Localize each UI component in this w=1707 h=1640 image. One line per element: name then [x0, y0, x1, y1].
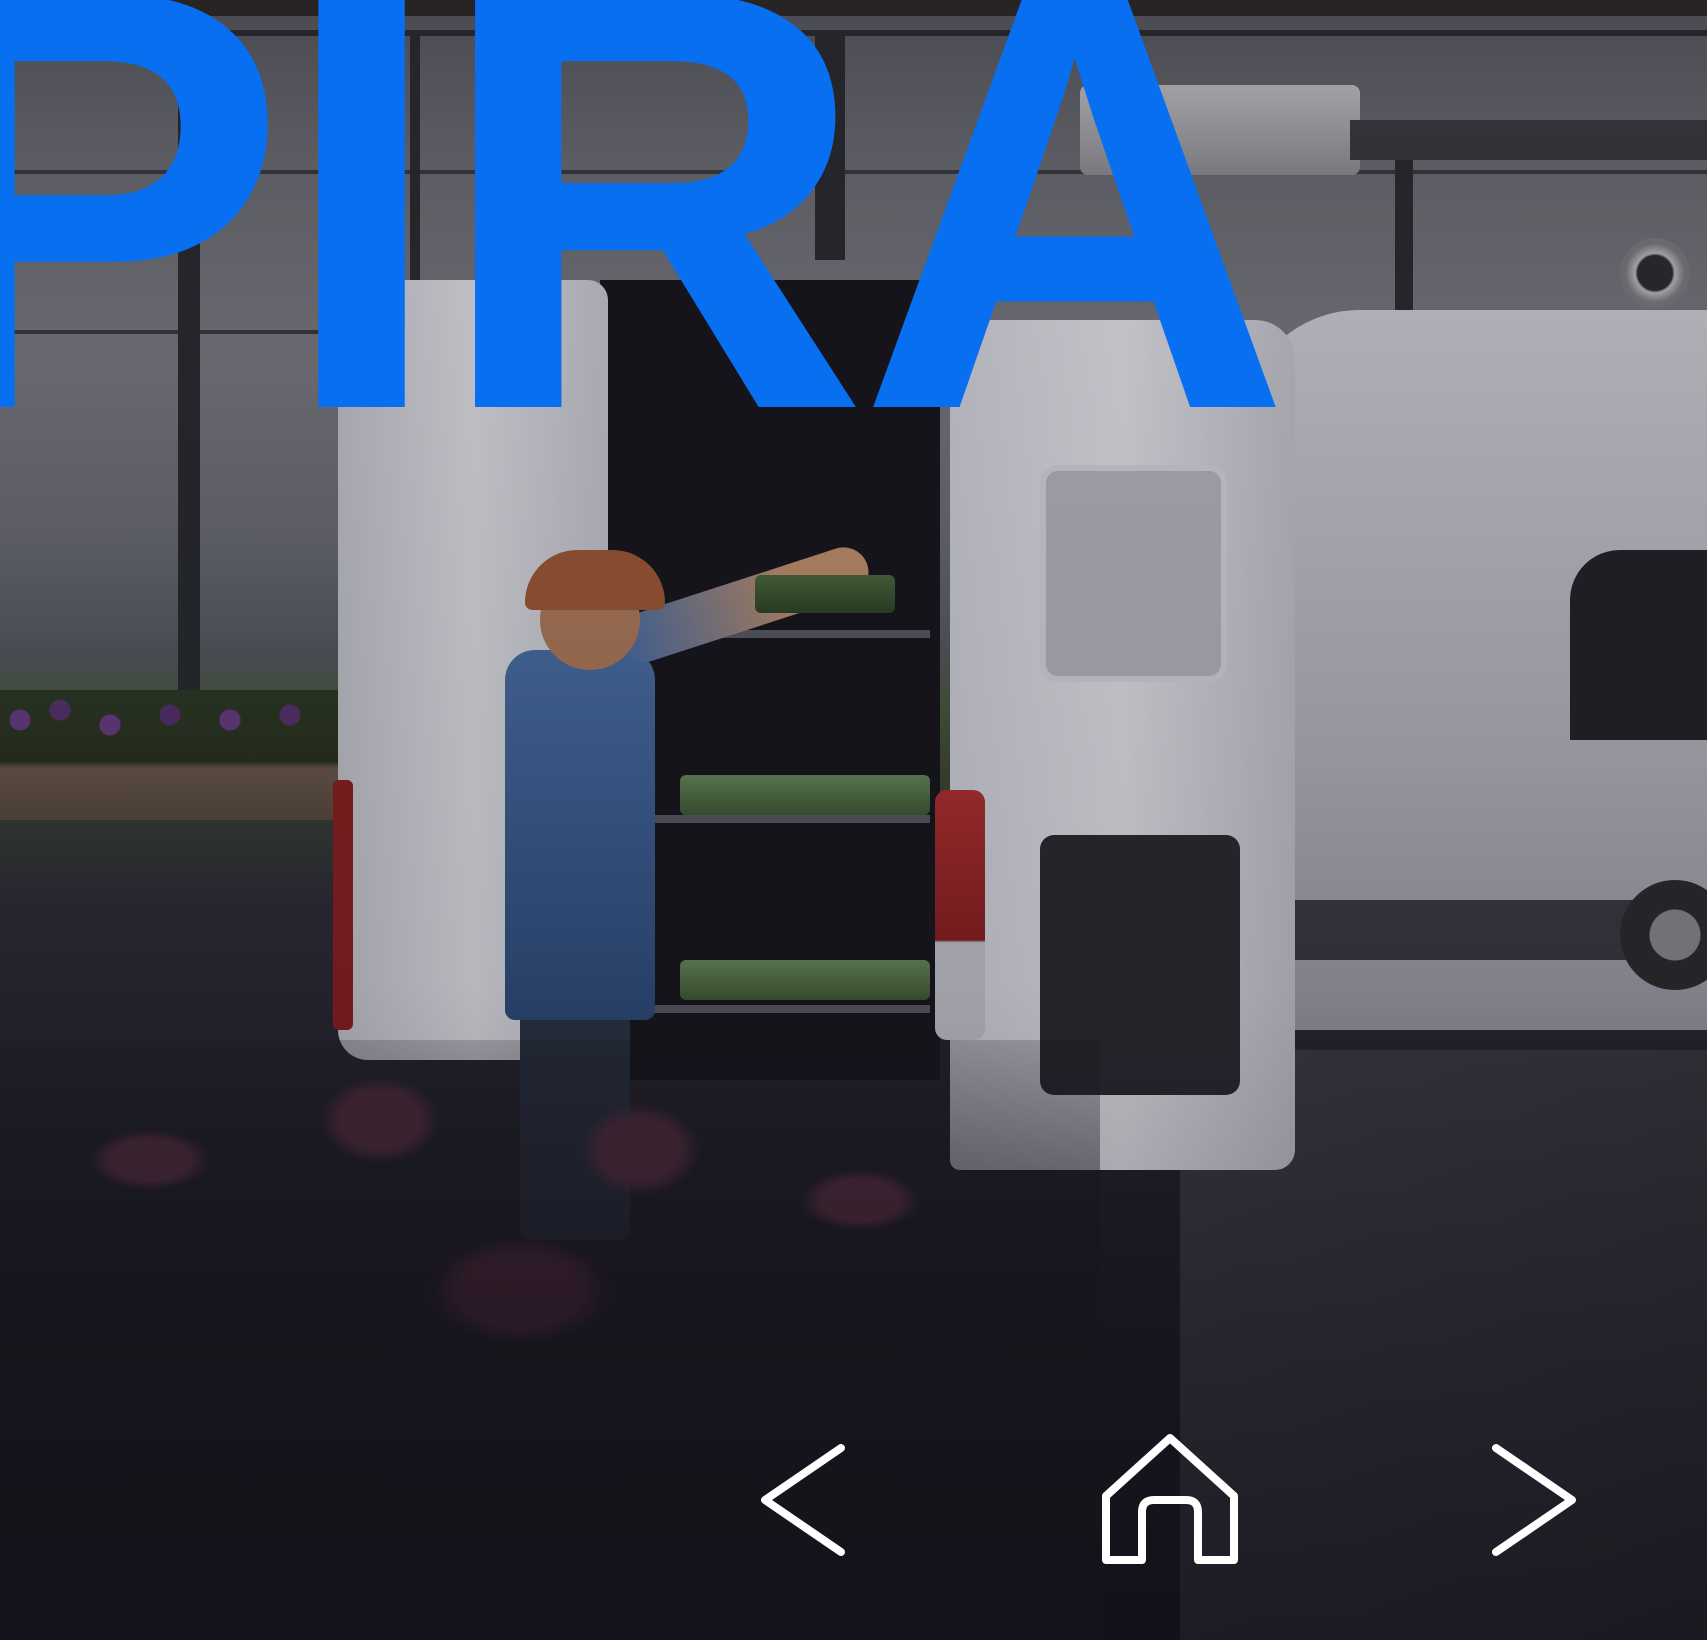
home-button[interactable]	[1100, 1430, 1240, 1570]
hero-screen: PIRA	[0, 0, 1707, 1640]
chevron-left-icon	[761, 1444, 845, 1556]
chevron-right-icon	[1492, 1444, 1576, 1556]
next-button[interactable]	[1468, 1430, 1608, 1570]
hero-headline: PIRA	[0, 0, 1291, 535]
previous-button[interactable]	[733, 1430, 873, 1570]
home-icon	[1102, 1434, 1238, 1564]
